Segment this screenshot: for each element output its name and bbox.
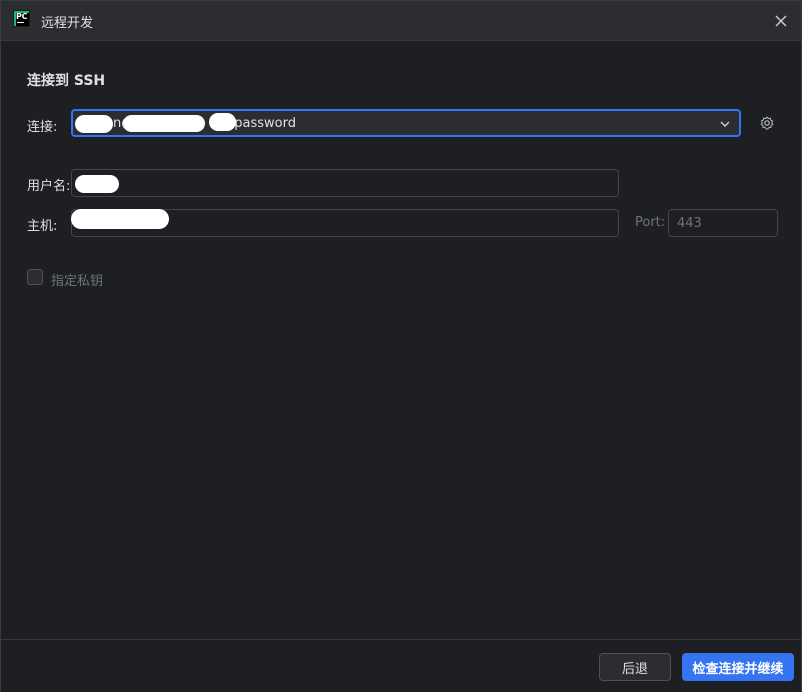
- redaction-mark: [123, 115, 205, 132]
- close-icon: [775, 15, 787, 27]
- redaction-mark: [75, 175, 119, 193]
- chevron-down-icon: [720, 121, 730, 127]
- username-field[interactable]: [71, 169, 619, 197]
- title-bar: PC 远程开发: [1, 1, 801, 41]
- port-input[interactable]: [669, 210, 777, 236]
- remote-dev-dialog: PC 远程开发 连接到 SSH 连接: n@password 用户名: 主机:: [0, 0, 802, 692]
- private-key-label: 指定私钥: [51, 274, 104, 289]
- back-button[interactable]: 后退: [599, 653, 671, 681]
- port-label: Port:: [635, 215, 666, 230]
- redaction-mark: [75, 115, 113, 133]
- pycharm-logo-icon: PC: [13, 10, 30, 27]
- port-field[interactable]: [668, 209, 778, 237]
- gear-icon[interactable]: [759, 115, 775, 131]
- username-label: 用户名:: [27, 179, 71, 194]
- redaction-mark: [209, 113, 236, 131]
- username-input[interactable]: [72, 170, 618, 196]
- page-heading: 连接到 SSH: [27, 73, 106, 89]
- dialog-footer: 后退 检查连接并继续: [1, 639, 801, 692]
- connection-label: 连接:: [27, 120, 58, 135]
- check-connection-continue-button[interactable]: 检查连接并继续: [682, 653, 794, 681]
- private-key-checkbox[interactable]: [27, 269, 43, 285]
- window-title: 远程开发: [41, 16, 94, 31]
- close-button[interactable]: [769, 9, 793, 33]
- host-label: 主机:: [27, 219, 58, 234]
- redaction-mark: [71, 209, 169, 229]
